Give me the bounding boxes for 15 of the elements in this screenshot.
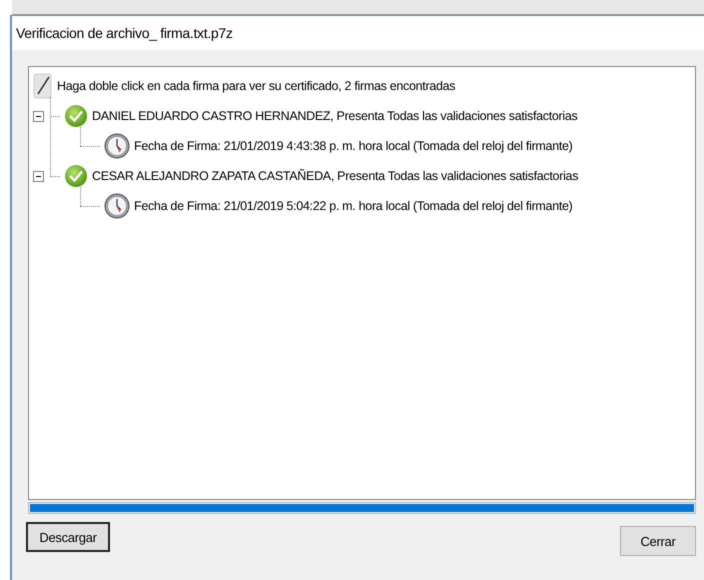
instruction-text: Haga doble click en cada firma para ver su certificado, 2 firmas encontradas <box>57 79 456 93</box>
collapse-toggle[interactable] <box>33 170 44 182</box>
clock-icon <box>104 133 130 159</box>
signer-item[interactable]: CESAR ALEJANDRO ZAPATA CASTAÑEDA, Presenta Todas las validaciones satisfactorias <box>92 169 578 183</box>
signer-item[interactable]: DANIEL EDUARDO CASTRO HERNANDEZ, Presenta Todas las validaciones satisfactorias <box>92 109 578 123</box>
signature-date-item: Fecha de Firma: 21/01/2019 4:43:38 p. m. hora local (Tomada del reloj del firmante) <box>134 139 573 153</box>
clock-icon <box>104 193 130 219</box>
checkmark-icon <box>64 164 88 188</box>
pen-icon <box>33 73 53 99</box>
download-button[interactable]: Descargar <box>26 522 110 552</box>
window-title: Verificacion de archivo_ firma.txt.p7z <box>16 25 233 41</box>
signature-date-item: Fecha de Firma: 21/01/2019 5:04:22 p. m. hora local (Tomada del reloj del firmante) <box>134 199 573 213</box>
collapse-toggle[interactable] <box>33 110 44 122</box>
checkmark-icon <box>64 104 88 128</box>
close-button[interactable]: Cerrar <box>620 526 696 556</box>
